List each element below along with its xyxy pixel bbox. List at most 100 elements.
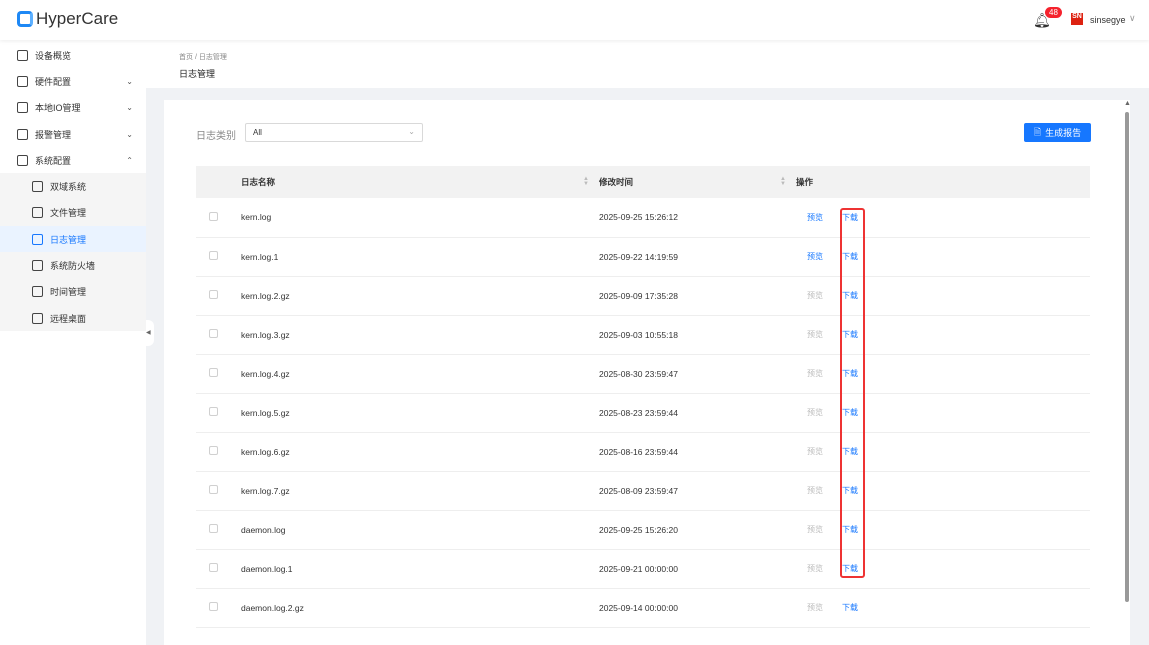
sidebar-item-label: 报警管理 (35, 129, 72, 140)
table-row: kern.log.5.gz 2025-08-23 23:59:44 预览 下载 (196, 393, 1090, 433)
table-row: kern.log.6.gz 2025-08-16 23:59:44 预览 下载 (196, 432, 1090, 472)
chevron-icon: ⌃ (126, 155, 133, 165)
menu-icon (32, 233, 43, 245)
row-checkbox[interactable] (209, 563, 218, 572)
logo[interactable]: HyperCare (17, 9, 118, 29)
log-name: kern.log (241, 198, 599, 238)
menu-icon (17, 102, 28, 114)
user-name[interactable]: sinsegye (1090, 15, 1126, 25)
preview-link: 预览 (807, 525, 823, 534)
log-name: kern.log.1 (241, 237, 599, 277)
sidebar-item-label: 远程桌面 (50, 313, 87, 324)
sidebar-item[interactable]: 系统配置 ⌃ (0, 147, 146, 173)
breadcrumb-home[interactable]: 首页 (179, 54, 193, 61)
preview-link[interactable]: 预览 (807, 252, 823, 261)
chevron-down-icon[interactable]: ∨ (1129, 13, 1136, 24)
log-name: daemon.log.2.gz (241, 588, 599, 628)
breadcrumb-separator: / (194, 54, 197, 61)
user-avatar[interactable]: SN (1071, 13, 1083, 25)
sidebar-subitem[interactable]: 日志管理 (0, 226, 146, 253)
preview-link: 预览 (807, 486, 823, 495)
sort-icon[interactable]: ▲ ▼ (780, 176, 786, 187)
row-checkbox[interactable] (209, 485, 218, 494)
sidebar-subitem[interactable]: 双域系统 (0, 173, 146, 199)
sidebar: 设备概览 硬件配置 ⌄ 本地IO管理 ⌄ 报警管理 ⌄ 系统配置 ⌃ 双域系统 文件管理 日志管理 系统… (0, 40, 146, 645)
sidebar-item-label: 系统防火墙 (50, 261, 96, 272)
modified-time: 2025-08-23 23:59:44 (599, 393, 796, 433)
sidebar-item-label: 双域系统 (50, 182, 87, 193)
modified-time: 2025-08-30 23:59:47 (599, 354, 796, 394)
scrollbar-thumb[interactable] (1125, 112, 1129, 602)
header-actions: 操作 (796, 166, 1090, 198)
menu-icon (17, 154, 28, 166)
row-checkbox[interactable] (209, 211, 218, 221)
select-value: All (253, 128, 262, 137)
sort-icon[interactable]: ▲ ▼ (583, 176, 589, 187)
scrollbar[interactable]: ▲ (1123, 100, 1131, 645)
table-row: kern.log.7.gz 2025-08-09 23:59:47 预览 下载 (196, 471, 1090, 511)
modified-time: 2025-09-03 10:55:18 (599, 315, 796, 355)
menu-icon (17, 128, 28, 140)
log-name: daemon.log.1 (241, 549, 599, 589)
table-row: daemon.log.2.gz 2025-09-14 00:00:00 预览 下载 (196, 588, 1090, 628)
table-row: daemon.log.1 2025-09-21 00:00:00 预览 下载 (196, 549, 1090, 589)
sidebar-item[interactable]: 报警管理 ⌄ (0, 121, 146, 147)
sidebar-item-label: 文件管理 (50, 208, 87, 219)
sidebar-subitem[interactable]: 时间管理 (0, 279, 146, 305)
log-name: kern.log.3.gz (241, 315, 599, 355)
sidebar-item-label: 日志管理 (50, 234, 87, 245)
menu-icon (32, 260, 43, 272)
header-label: 修改时间 (599, 177, 634, 187)
sidebar-subitem[interactable]: 远程桌面 (0, 305, 146, 331)
download-link[interactable]: 下载 (842, 603, 858, 612)
chevron-down-icon: ⌄ (408, 127, 415, 136)
row-checkbox[interactable] (209, 251, 218, 260)
log-table: 日志名称 ▲ ▼ 修改时间 ▲ ▼ 操作 kern.log 2025-09-25 15:… (196, 166, 1090, 628)
header-time[interactable]: 修改时间 ▲ ▼ (599, 166, 796, 198)
sidebar-subitem[interactable]: 系统防火墙 (0, 252, 146, 278)
row-checkbox[interactable] (209, 407, 218, 416)
document-icon: 🗎︎ (1033, 126, 1042, 137)
chevron-icon: ⌄ (126, 76, 133, 86)
menu-icon (17, 75, 28, 87)
preview-link[interactable]: 预览 (807, 213, 823, 222)
modified-time: 2025-09-22 14:19:59 (599, 237, 796, 277)
scroll-up-icon[interactable]: ▲ (1124, 100, 1131, 107)
sidebar-item[interactable]: 本地IO管理 ⌄ (0, 95, 146, 121)
log-name: kern.log.2.gz (241, 276, 599, 316)
log-category-select[interactable]: All ⌄ (245, 123, 423, 142)
row-checkbox[interactable] (209, 368, 218, 377)
collapse-sidebar-button[interactable]: ◀ (146, 320, 154, 346)
bell-icon[interactable]: 🔔︎ (1033, 12, 1051, 28)
modified-time: 2025-08-09 23:59:47 (599, 471, 796, 511)
breadcrumb-bar: 首页 / 日志管理 日志管理 (146, 40, 1149, 88)
row-checkbox[interactable] (209, 524, 218, 533)
generate-report-label: 生成报告 (1045, 128, 1082, 138)
log-name: kern.log.5.gz (241, 393, 599, 433)
preview-link: 预览 (807, 447, 823, 456)
preview-link: 预览 (807, 291, 823, 300)
header-name[interactable]: 日志名称 ▲ ▼ (241, 166, 599, 198)
generate-report-button[interactable]: 🗎︎ 生成报告 (1024, 123, 1091, 142)
sidebar-item-label: 时间管理 (50, 287, 87, 298)
app-name: HyperCare (36, 9, 119, 28)
row-checkbox[interactable] (209, 602, 218, 611)
row-checkbox[interactable] (209, 329, 218, 338)
notification-badge: 48 (1045, 7, 1062, 18)
log-name: kern.log.6.gz (241, 432, 599, 472)
sidebar-subitem[interactable]: 文件管理 (0, 200, 146, 226)
modified-time: 2025-09-21 00:00:00 (599, 549, 796, 589)
sidebar-item[interactable]: 硬件配置 ⌄ (0, 68, 146, 94)
chevron-icon: ⌄ (126, 129, 133, 139)
row-checkbox[interactable] (209, 446, 218, 455)
sidebar-item[interactable]: 设备概览 (0, 42, 146, 68)
log-name: kern.log.7.gz (241, 471, 599, 511)
row-checkbox[interactable] (209, 290, 218, 299)
preview-link: 预览 (807, 603, 823, 612)
chevron-icon: ⌄ (126, 103, 133, 113)
sidebar-item-label: 设备概览 (35, 50, 72, 61)
page-title: 日志管理 (179, 69, 216, 79)
top-bar: HyperCare 🔔︎ 48 SN sinsegye ∨ (0, 0, 1149, 40)
submenu: 双域系统文件管理日志管理系统防火墙时间管理远程桌面 (0, 173, 146, 332)
table-row: kern.log.4.gz 2025-08-30 23:59:47 预览 下载 (196, 354, 1090, 394)
